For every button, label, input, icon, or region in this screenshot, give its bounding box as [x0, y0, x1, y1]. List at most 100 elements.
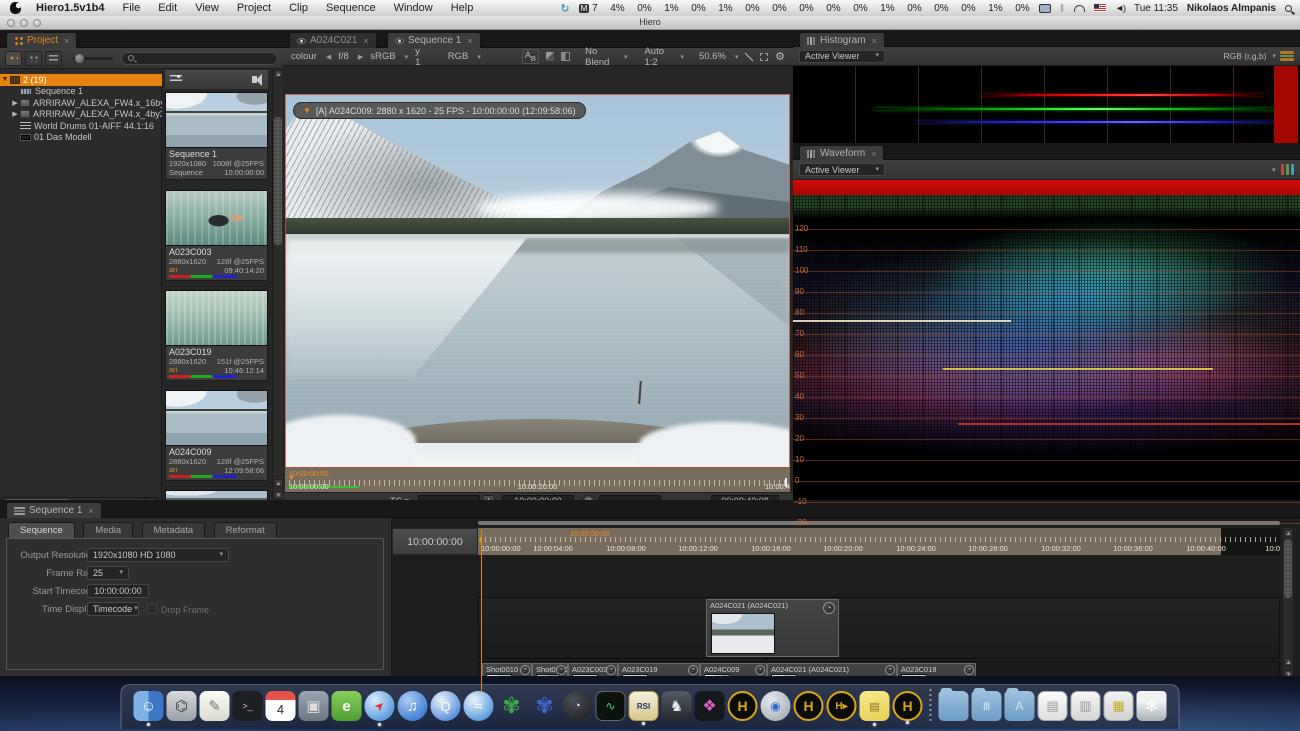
zoom-level-select[interactable]: 50.6%: [699, 51, 726, 62]
scrollbar-thumb[interactable]: [274, 117, 282, 245]
tab-media[interactable]: Media: [83, 522, 133, 538]
soft-effect-badge[interactable]: ◔: [823, 602, 835, 614]
dock-fan-left-icon[interactable]: ✾: [530, 691, 560, 721]
view-mode-small-button[interactable]: [25, 51, 42, 66]
audio-mute-icon[interactable]: [252, 76, 257, 83]
waveform-mode-icon[interactable]: [1281, 164, 1295, 175]
soft-effect-badge[interactable]: ◔: [885, 665, 895, 675]
ab-compare-button[interactable]: AB: [522, 49, 539, 64]
zoom-window-icon[interactable]: [33, 19, 41, 27]
close-icon[interactable]: ×: [467, 36, 472, 46]
close-window-icon[interactable]: [7, 19, 15, 27]
arrow-right-icon[interactable]: ▶: [358, 53, 363, 61]
project-search-input[interactable]: [138, 53, 271, 63]
menu-clock[interactable]: Tue 11:35: [1134, 3, 1178, 14]
drop-frame-checkbox[interactable]: [147, 604, 157, 614]
dock-fan-right-icon[interactable]: ✾: [497, 691, 527, 721]
dock-disk-utility-icon[interactable]: ⌬: [167, 691, 197, 721]
close-icon[interactable]: ×: [363, 36, 368, 46]
scroll-up-icon[interactable]: ▲: [274, 479, 283, 487]
layer-select[interactable]: RGB: [448, 51, 469, 62]
close-icon[interactable]: ×: [872, 36, 877, 46]
tab-sequence[interactable]: Sequence: [8, 522, 75, 538]
dock-textedit-icon[interactable]: ✎: [200, 691, 230, 721]
channel-select[interactable]: colour: [291, 51, 317, 62]
volume-icon[interactable]: ◄): [1115, 3, 1125, 13]
soft-effect-badge[interactable]: ◔: [556, 665, 566, 675]
scroll-up-icon[interactable]: ▲: [1284, 658, 1293, 666]
dock-hiero-player-icon[interactable]: H▸: [827, 691, 857, 721]
menu-sequence[interactable]: Sequence: [317, 0, 385, 16]
menu-file[interactable]: File: [113, 0, 149, 16]
sync-icon[interactable]: ↻: [560, 2, 569, 15]
soft-effect-badge[interactable]: ◔: [520, 665, 530, 675]
viewer-image[interactable]: [285, 94, 790, 467]
tab-project[interactable]: Project ×: [6, 32, 77, 48]
dock-safari-icon[interactable]: ➤: [365, 691, 395, 721]
histogram-mode-label[interactable]: RGB (r,g,b): [1224, 51, 1267, 61]
app-menu[interactable]: Hiero1.5v1b4: [27, 0, 113, 16]
dock-resolve-icon[interactable]: ❖: [695, 691, 725, 721]
blend-mode-select[interactable]: No Blend: [585, 46, 615, 68]
view-mode-grid-button[interactable]: [5, 51, 22, 66]
menu-clip[interactable]: Clip: [280, 0, 317, 16]
timeline-ruler[interactable]: 10:00:00:00 10:00:04:00 10:00:08:00 10:0…: [478, 528, 1280, 555]
viewer-timeline-ruler[interactable]: 10:00:00:00 ▼ 10:00:00:00 10:00:20:00 10…: [285, 467, 790, 492]
expander-right-icon[interactable]: ▶: [10, 110, 20, 118]
wipe-tool-icon[interactable]: [745, 52, 753, 62]
tab-waveform[interactable]: Waveform ×: [799, 145, 884, 161]
playhead-marker-icon[interactable]: ▼: [477, 538, 484, 545]
menu-project[interactable]: Project: [228, 0, 280, 16]
bin-item-sequence1[interactable]: Sequence 1 1920x10801008f @25FPS Sequenc…: [165, 92, 268, 180]
mask-overlay-icon[interactable]: [561, 52, 570, 61]
dock-dark-app-icon[interactable]: ♞: [662, 691, 692, 721]
tab-metadata[interactable]: Metadata: [142, 522, 206, 538]
slider-knob[interactable]: [75, 54, 84, 63]
bin-vertical-scrollbar[interactable]: ▲ ▲ ▼: [272, 69, 283, 510]
sort-settings-icon[interactable]: [170, 75, 182, 84]
dock-quicktime-icon[interactable]: Q: [431, 691, 461, 721]
dock-photo-booth-icon[interactable]: ▣: [299, 691, 329, 721]
tree-row-root[interactable]: ▼ 2 (19): [0, 74, 162, 86]
info-triangle-icon[interactable]: ▼: [303, 106, 311, 115]
minimize-window-icon[interactable]: [20, 19, 28, 27]
thumbnail-size-slider[interactable]: [73, 57, 113, 60]
waveform-source-select[interactable]: Active Viewer▾: [799, 163, 885, 176]
dock-hiero-3-icon[interactable]: H: [893, 691, 923, 721]
dock-itunes-icon[interactable]: ♫: [398, 691, 428, 721]
dock-minimized-doc-icon[interactable]: ▥: [1071, 691, 1101, 721]
dock-rsi-guard-icon[interactable]: RSI: [629, 691, 659, 721]
format-overlay-icon[interactable]: [760, 53, 768, 61]
frame-rate-select[interactable]: 25▾: [87, 566, 129, 580]
expander-right-icon[interactable]: ▶: [10, 99, 20, 107]
dock-calendar-icon[interactable]: 4: [266, 691, 296, 721]
dock-color-app-icon[interactable]: ◉: [761, 691, 791, 721]
tree-row[interactable]: ▶ ARRIRAW_ALEXA_FW4.x_4by3: [0, 109, 162, 121]
display-icon[interactable]: [1039, 4, 1051, 13]
soft-effect-badge[interactable]: ◔: [606, 665, 616, 675]
tab-viewer-a024c021[interactable]: A024C021 ×: [289, 32, 377, 48]
bluetooth-icon[interactable]: ᛒ: [1060, 3, 1065, 13]
chevron-down-icon[interactable]: ▾: [1272, 166, 1276, 174]
exposure-value[interactable]: f/8: [338, 51, 349, 62]
histogram-style-icon[interactable]: [1280, 51, 1294, 61]
dock-evernote-icon[interactable]: e: [332, 691, 362, 721]
dock-gauge-icon[interactable]: ◔: [563, 691, 593, 721]
dock-minimized-doc-icon[interactable]: ▤: [1038, 691, 1068, 721]
colorspace-select[interactable]: sRGB: [370, 51, 395, 62]
histogram-source-select[interactable]: Active Viewer▾: [799, 50, 885, 63]
tab-histogram[interactable]: Histogram ×: [799, 32, 885, 48]
close-icon[interactable]: ×: [64, 36, 69, 46]
tab-sequence1-timeline[interactable]: Sequence 1 ×: [6, 502, 102, 518]
soft-effect-badge[interactable]: ◔: [688, 665, 698, 675]
proxy-select[interactable]: Auto 1:2: [644, 46, 671, 68]
dock-trash-icon[interactable]: ✻: [1137, 691, 1167, 721]
menu-window[interactable]: Window: [385, 0, 442, 16]
timeline-vertical-scrollbar[interactable]: ▲ ▲ ▼: [1282, 528, 1293, 691]
menu-help[interactable]: Help: [442, 0, 483, 16]
dock-hiero-icon[interactable]: H: [728, 691, 758, 721]
dock-folder-applications-icon[interactable]: A: [1005, 691, 1035, 721]
dock-terminal-icon[interactable]: >_: [233, 691, 263, 721]
arrow-left-icon[interactable]: ◀: [326, 53, 331, 61]
tree-row[interactable]: ▶ ARRIRAW_ALEXA_FW4.x_16by: [0, 97, 162, 109]
